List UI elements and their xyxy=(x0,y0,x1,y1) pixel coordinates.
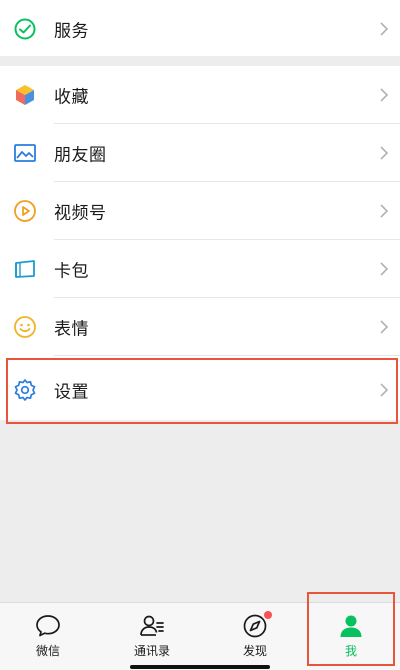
favorites-cube-icon xyxy=(11,81,39,109)
divider xyxy=(54,355,400,356)
moments-picture-icon xyxy=(11,139,39,167)
bottom-tab-bar: 微信 通讯录 发现 我 xyxy=(0,602,400,670)
chevron-right-icon xyxy=(378,86,390,104)
menu-item-label: 设置 xyxy=(54,382,89,403)
chevron-right-icon xyxy=(378,144,390,162)
chevron-right-icon xyxy=(378,20,390,38)
menu-item-label: 朋友圈 xyxy=(54,145,107,165)
home-indicator xyxy=(130,665,270,669)
menu-item-label: 视频号 xyxy=(54,203,107,223)
tab-label: 通讯录 xyxy=(133,644,170,658)
tab-label: 微信 xyxy=(35,644,60,658)
menu-item-label: 服务 xyxy=(54,21,89,41)
profile-person-icon xyxy=(337,612,365,640)
chevron-right-icon xyxy=(378,381,390,399)
menu-item-stickers[interactable]: 表情 xyxy=(0,298,400,355)
chat-bubble-icon xyxy=(34,612,62,640)
tab-label: 我 xyxy=(344,644,357,658)
menu-item-label: 表情 xyxy=(54,319,89,339)
chevron-right-icon xyxy=(378,318,390,336)
card-wallet-icon xyxy=(11,255,39,283)
menu-item-card-wallet[interactable]: 卡包 xyxy=(0,240,400,297)
menu-item-favorites[interactable]: 收藏 xyxy=(0,66,400,123)
tab-discover[interactable]: 发现 xyxy=(210,603,300,670)
services-section: 服务 xyxy=(0,0,400,56)
tab-contacts[interactable]: 通讯录 xyxy=(107,603,197,670)
contacts-icon xyxy=(138,612,166,640)
compass-icon xyxy=(241,611,272,640)
chevron-right-icon xyxy=(378,260,390,278)
menu-item-moments[interactable]: 朋友圈 xyxy=(0,124,400,181)
tab-chats[interactable]: 微信 xyxy=(3,603,93,670)
tab-label: 发现 xyxy=(242,644,267,658)
notification-dot xyxy=(264,611,272,619)
services-icon xyxy=(11,15,39,43)
sticker-smile-icon xyxy=(11,313,39,341)
settings-gear-icon xyxy=(11,376,39,404)
chevron-right-icon xyxy=(378,202,390,220)
channels-play-icon xyxy=(11,197,39,225)
menu-item-channels[interactable]: 视频号 xyxy=(0,182,400,239)
menu-item-services[interactable]: 服务 xyxy=(0,0,400,57)
menu-item-settings[interactable]: 设置 xyxy=(0,360,400,420)
menu-item-label: 收藏 xyxy=(54,87,89,107)
menu-item-label: 卡包 xyxy=(54,261,89,281)
tab-me[interactable]: 我 xyxy=(306,603,396,670)
menu-section: 收藏 朋友圈 视频号 卡包 表情 设置 xyxy=(0,66,400,420)
